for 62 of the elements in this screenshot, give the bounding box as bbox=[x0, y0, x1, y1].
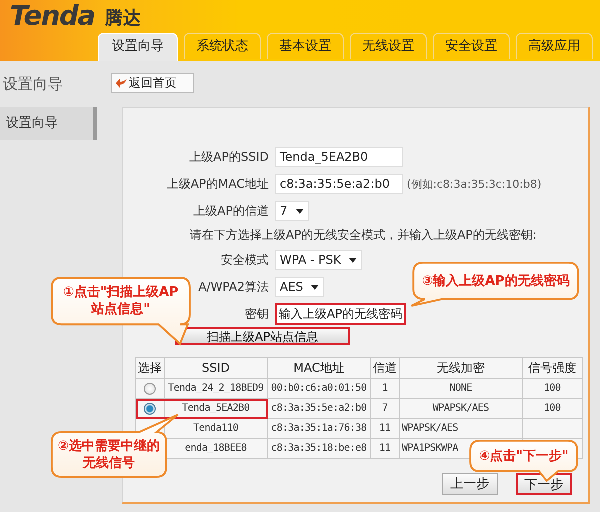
caret-icon bbox=[296, 208, 304, 214]
brand-name: 腾达 bbox=[105, 7, 142, 31]
caret-icon bbox=[349, 258, 358, 262]
nav-tab[interactable]: 安全设置 bbox=[433, 33, 510, 59]
field-label: 上级AP的SSID bbox=[190, 150, 269, 164]
field-label: 上级AP的MAC地址 bbox=[166, 176, 269, 190]
table-cell: enda_18BEE8 bbox=[185, 443, 247, 454]
field-label: A/WPA2算法 bbox=[198, 280, 269, 294]
column-header: MAC地址 bbox=[268, 358, 370, 378]
callout-text: ②选中需要中继的无线信号 bbox=[58, 438, 160, 472]
table-cell: 11 bbox=[379, 423, 391, 434]
table-cell: 11 bbox=[379, 443, 391, 454]
nav-tab[interactable]: 设置向导 bbox=[98, 33, 178, 61]
table-cell: Tenda_5EA2B0 bbox=[182, 403, 250, 414]
table-cell: Tenda_24_2_18BED9 bbox=[168, 383, 264, 394]
input-field[interactable]: Tenda_5EA2B0 bbox=[275, 147, 403, 167]
nav-tab[interactable]: 无线设置 bbox=[350, 33, 427, 59]
dropdown[interactable]: WPA - PSK bbox=[275, 250, 362, 270]
dropdown[interactable]: AES bbox=[275, 277, 324, 297]
column-header: 无线加密 bbox=[400, 358, 522, 378]
instruction-text: 请在下方选择上级AP的无线安全模式，并输入上级AP的无线密钥: bbox=[189, 227, 538, 244]
caret-icon bbox=[311, 284, 320, 290]
table-cell: 100 bbox=[544, 383, 561, 394]
nav-tab[interactable]: 基本设置 bbox=[267, 33, 344, 59]
field-label: 上级AP的信道 bbox=[194, 204, 269, 218]
table-cell: 1 bbox=[382, 383, 388, 394]
scan-button[interactable]: 扫描上级AP站点信息 bbox=[175, 327, 350, 345]
column-header: 信道 bbox=[370, 358, 400, 378]
dropdown[interactable]: 7 bbox=[275, 201, 309, 221]
field-label: 安全模式 bbox=[221, 252, 269, 266]
sidebar-item[interactable]: 设置向导 bbox=[0, 107, 97, 140]
table-cell: WPAPSK/AES bbox=[432, 403, 490, 414]
table-cell: 100 bbox=[544, 403, 561, 414]
callout-text: ①点击"扫描上级AP站点信息" bbox=[62, 284, 180, 318]
radio-button[interactable] bbox=[144, 402, 156, 414]
table-cell: c8:3a:35:18:be:e8 bbox=[271, 443, 367, 454]
callout-text: ③输入上级AP的无线密码 bbox=[422, 272, 570, 290]
column-header: 选择 bbox=[136, 358, 164, 378]
table-cell: WPA1PSKWPA bbox=[402, 443, 458, 454]
table-cell: c8:3a:35:1a:76:38 bbox=[271, 423, 367, 434]
nav-tab[interactable]: 系统状态 bbox=[184, 33, 261, 59]
input-field[interactable]: 输入上级AP的无线密码 bbox=[275, 303, 406, 325]
table-cell: 7 bbox=[382, 403, 388, 414]
table-cell: WPAPSK/AES bbox=[402, 423, 458, 434]
page-title: 设置向导 bbox=[2, 74, 64, 94]
back-arrow-icon bbox=[116, 77, 128, 89]
column-header: 信号强度 bbox=[522, 358, 582, 378]
input-field[interactable]: c8:3a:35:5e:a2:b0 bbox=[275, 174, 403, 194]
next-step-button[interactable]: 下一步 bbox=[516, 473, 572, 495]
nav-tab[interactable]: 高级应用 bbox=[516, 33, 593, 59]
back-button[interactable]: 返回首页 bbox=[111, 73, 194, 93]
callout-text: ④点击"下一步" bbox=[479, 448, 569, 464]
back-step-button[interactable]: 上一步 bbox=[442, 473, 498, 495]
brand-logo: Tenda bbox=[10, 2, 96, 32]
column-header: SSID bbox=[164, 358, 268, 378]
table-cell: NONE bbox=[450, 383, 472, 394]
table-cell: c8:3a:35:5e:a2:b0 bbox=[271, 403, 367, 414]
field-label: 密钥 bbox=[245, 306, 269, 320]
hint-text: (例如:c8:3a:35:3c:10:b8) bbox=[407, 176, 542, 192]
table-cell: Tenda110 bbox=[194, 423, 238, 434]
radio-button[interactable] bbox=[144, 382, 156, 394]
table-cell: 00:b0:c6:a0:01:50 bbox=[271, 383, 367, 394]
